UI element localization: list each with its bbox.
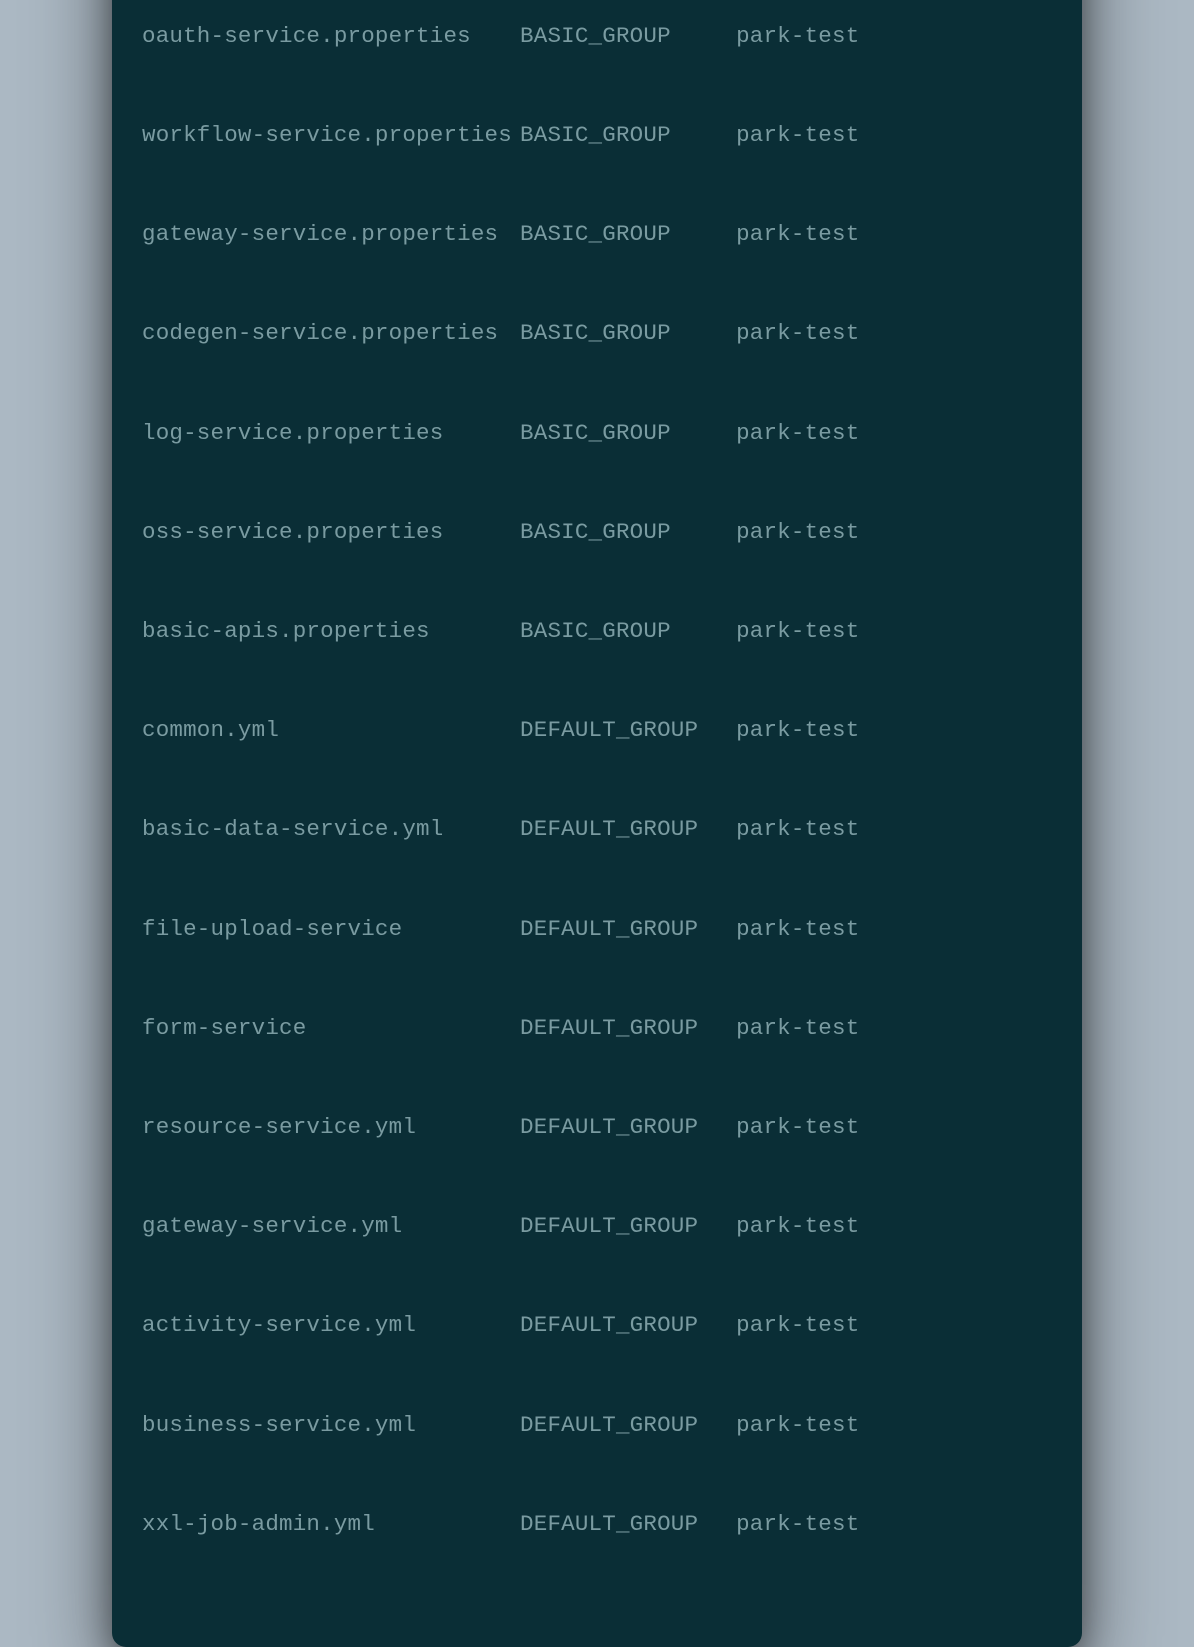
cell-group: DEFAULT_GROUP: [520, 1508, 736, 1541]
cell-group: DEFAULT_GROUP: [520, 1309, 736, 1342]
cell-id: basic-apis.properties: [142, 615, 520, 648]
cell-id: log-service.properties: [142, 417, 520, 450]
cell-id: oauth-service.properties: [142, 20, 520, 53]
cell-id: xxl-job-admin.yml: [142, 1508, 520, 1541]
cell-group: BASIC_GROUP: [520, 218, 736, 251]
cell-group: DEFAULT_GROUP: [520, 813, 736, 846]
cell-namespace: park-test: [736, 714, 859, 747]
table-row: common.ymlDEFAULT_GROUPpark-test: [142, 714, 1052, 747]
cell-id: common.yml: [142, 714, 520, 747]
cell-namespace: park-test: [736, 317, 859, 350]
table-row: activity-service.ymlDEFAULT_GROUPpark-te…: [142, 1309, 1052, 1342]
cell-namespace: park-test: [736, 516, 859, 549]
cell-namespace: park-test: [736, 913, 859, 946]
cell-namespace: park-test: [736, 119, 859, 152]
cell-group: DEFAULT_GROUP: [520, 714, 736, 747]
cell-id: activity-service.yml: [142, 1309, 520, 1342]
table-row: oss-service.propertiesBASIC_GROUPpark-te…: [142, 516, 1052, 549]
table-row: form-serviceDEFAULT_GROUPpark-test: [142, 1012, 1052, 1045]
table-row: file-upload-serviceDEFAULT_GROUPpark-tes…: [142, 913, 1052, 946]
cell-namespace: park-test: [736, 1012, 859, 1045]
table-row: basic-apis.propertiesBASIC_GROUPpark-tes…: [142, 615, 1052, 648]
table-row: oauth-service.propertiesBASIC_GROUPpark-…: [142, 20, 1052, 53]
table-row: business-service.ymlDEFAULT_GROUPpark-te…: [142, 1409, 1052, 1442]
cell-namespace: park-test: [736, 1409, 859, 1442]
cell-group: BASIC_GROUP: [520, 317, 736, 350]
cell-id: resource-service.yml: [142, 1111, 520, 1144]
cell-group: BASIC_GROUP: [520, 615, 736, 648]
cell-group: DEFAULT_GROUP: [520, 1409, 736, 1442]
cell-group: DEFAULT_GROUP: [520, 1210, 736, 1243]
table-row: codegen-service.propertiesBASIC_GROUPpar…: [142, 317, 1052, 350]
cell-id: gateway-service.yml: [142, 1210, 520, 1243]
terminal-content[interactable]: ❯ nacos-cli get config -n park-test -A I…: [142, 0, 1052, 1607]
cell-group: DEFAULT_GROUP: [520, 1111, 736, 1144]
cell-id: business-service.yml: [142, 1409, 520, 1442]
cell-group: BASIC_GROUP: [520, 20, 736, 53]
table-row: log-service.propertiesBASIC_GROUPpark-te…: [142, 417, 1052, 450]
cell-namespace: park-test: [736, 218, 859, 251]
cell-namespace: park-test: [736, 1508, 859, 1541]
cell-namespace: park-test: [736, 1309, 859, 1342]
table-row: gateway-service.propertiesBASIC_GROUPpar…: [142, 218, 1052, 251]
cell-id: basic-data-service.yml: [142, 813, 520, 846]
table-row: gateway-service.ymlDEFAULT_GROUPpark-tes…: [142, 1210, 1052, 1243]
cell-namespace: park-test: [736, 1111, 859, 1144]
cell-namespace: park-test: [736, 813, 859, 846]
cell-group: DEFAULT_GROUP: [520, 913, 736, 946]
output-table: IDGROUPNAMESPACE upms-service.properties…: [142, 0, 1052, 1607]
cell-group: BASIC_GROUP: [520, 119, 736, 152]
cell-group: BASIC_GROUP: [520, 417, 736, 450]
table-row: basic-data-service.ymlDEFAULT_GROUPpark-…: [142, 813, 1052, 846]
cell-group: BASIC_GROUP: [520, 516, 736, 549]
cell-id: oss-service.properties: [142, 516, 520, 549]
cell-namespace: park-test: [736, 1210, 859, 1243]
table-row: workflow-service.propertiesBASIC_GROUPpa…: [142, 119, 1052, 152]
cell-id: form-service: [142, 1012, 520, 1045]
cell-id: workflow-service.properties: [142, 119, 520, 152]
cell-namespace: park-test: [736, 417, 859, 450]
cell-id: file-upload-service: [142, 913, 520, 946]
cell-id: gateway-service.properties: [142, 218, 520, 251]
cell-id: codegen-service.properties: [142, 317, 520, 350]
table-row: xxl-job-admin.ymlDEFAULT_GROUPpark-test: [142, 1508, 1052, 1541]
cell-group: DEFAULT_GROUP: [520, 1012, 736, 1045]
terminal-window: ❯ nacos-cli get config -n park-test -A I…: [112, 0, 1082, 1647]
cell-namespace: park-test: [736, 615, 859, 648]
table-row: resource-service.ymlDEFAULT_GROUPpark-te…: [142, 1111, 1052, 1144]
cell-namespace: park-test: [736, 20, 859, 53]
